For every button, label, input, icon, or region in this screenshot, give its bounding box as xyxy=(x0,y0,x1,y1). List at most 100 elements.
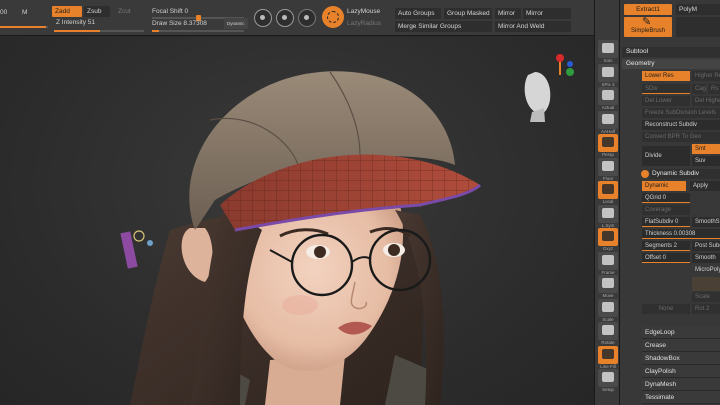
zcut-button[interactable]: Zcut xyxy=(115,6,141,17)
lazy-mouse-label[interactable]: LazyMouse xyxy=(347,8,380,15)
shelf-button-spix-3[interactable] xyxy=(598,63,618,82)
m-label[interactable]: M xyxy=(22,9,27,16)
shelf-button-line-fill[interactable] xyxy=(598,345,618,364)
shelf-label: Rotate xyxy=(601,340,615,345)
shelf-button-frame[interactable] xyxy=(598,251,618,270)
shelf-label: AAHalf xyxy=(600,128,615,134)
shelf-button-move[interactable] xyxy=(598,275,618,293)
reconstruct-subdiv-button[interactable]: Reconstruct Subdiv xyxy=(642,120,720,130)
subtool-header[interactable]: Subtool xyxy=(622,47,720,57)
solo-icon xyxy=(602,43,614,53)
mirror-button[interactable]: Mirror xyxy=(495,8,521,19)
linefill-icon xyxy=(602,348,614,359)
cage-button[interactable]: Cage xyxy=(692,84,706,94)
micropoly-rot-slider[interactable]: Rot 2 xyxy=(692,304,720,314)
lazy-radius-label[interactable]: LazyRadius xyxy=(347,20,381,27)
shadowbox-section[interactable]: ShadowBox xyxy=(642,352,720,365)
shelf-button-rotate[interactable] xyxy=(598,322,618,340)
subtool-thumbnail[interactable] xyxy=(676,17,720,37)
shelf-button-persp[interactable] xyxy=(598,134,618,152)
simple-brush-button[interactable]: ✎ SimpleBrush xyxy=(624,17,672,37)
qgrid-slider[interactable]: QGrid 0 xyxy=(642,193,690,203)
higher-res-button[interactable]: Higher Res xyxy=(692,71,720,81)
convert-bpr-button[interactable]: Convert BPR To Geo xyxy=(642,132,720,142)
group-masked-button[interactable]: Group Masked xyxy=(444,8,492,19)
micropoly-thumbnail[interactable] xyxy=(692,277,720,291)
smt-toggle[interactable]: Smt xyxy=(692,144,720,154)
canvas-viewport[interactable] xyxy=(0,37,594,405)
offset-slider[interactable]: Offset 0 xyxy=(642,253,690,263)
dynamic-button[interactable]: Dynamic xyxy=(642,181,686,191)
aahalf-icon xyxy=(602,113,614,124)
dynamic-subdiv-header[interactable]: Dynamic Subdiv xyxy=(650,169,720,179)
shelf-button-l-sym[interactable] xyxy=(598,204,618,223)
del-higher-button[interactable]: Del Higher xyxy=(692,96,720,106)
zsub-button[interactable]: Zsub xyxy=(84,6,110,17)
shelf-button-solo[interactable] xyxy=(598,40,618,58)
micropoly-label: MicroPoly xyxy=(695,267,720,273)
lsym-icon xyxy=(602,207,614,218)
shelf-label: SPix 3 xyxy=(601,81,615,87)
shelf-button-gxyz[interactable] xyxy=(598,228,618,246)
claypolish-section[interactable]: ClayPolish xyxy=(642,365,720,378)
mirror-button-2[interactable]: Mirror xyxy=(523,8,571,19)
rs-button[interactable]: Rs xyxy=(708,84,720,94)
smooth-subdiv-slider[interactable]: SmoothSu xyxy=(692,217,720,227)
zadd-button[interactable]: Zadd xyxy=(52,6,82,17)
post-subdiv-label[interactable]: Post Subdiv xyxy=(692,241,720,251)
brush-icon: ✎ xyxy=(642,17,652,28)
segments-slider[interactable]: Segments 2 xyxy=(642,241,690,251)
lazy-mouse-icon[interactable] xyxy=(322,6,344,28)
edgeloop-section[interactable]: EdgeLoop xyxy=(642,326,720,339)
tessimate-section[interactable]: Tessimate xyxy=(642,391,720,404)
rgb-intensity-slider[interactable] xyxy=(0,26,48,28)
lower-res-button[interactable]: Lower Res xyxy=(642,71,690,81)
z-intensity-fill xyxy=(54,30,100,32)
extract-button[interactable]: Extract1 xyxy=(624,4,672,15)
dynamesh-section[interactable]: DynaMesh xyxy=(642,378,720,391)
shelf-button-setup[interactable] xyxy=(598,369,618,387)
apply-button[interactable]: Apply xyxy=(690,181,720,191)
smooth-slider[interactable]: Smooth xyxy=(692,253,720,263)
coverage-slider[interactable]: Coverage xyxy=(642,205,690,215)
suv-toggle[interactable]: Suv xyxy=(692,156,720,166)
freeze-subdiv-button[interactable]: Freeze SubDivision Levels xyxy=(642,108,720,118)
micropoly-scale-slider[interactable]: Scale xyxy=(692,292,720,302)
material-sphere-icon[interactable] xyxy=(298,9,316,27)
crease-section[interactable]: Crease xyxy=(642,339,720,352)
geometry-header[interactable]: Geometry xyxy=(622,59,720,69)
value-readout: 00 xyxy=(0,9,8,16)
auto-groups-button[interactable]: Auto Groups xyxy=(395,8,441,19)
shelf-button-local[interactable] xyxy=(598,181,618,199)
focal-shift-label: Focal Shift 0 xyxy=(152,8,189,15)
z-intensity-label: Z Intensity 51 xyxy=(56,19,96,26)
sculpt-brush-icon[interactable] xyxy=(276,9,294,27)
transpose-gizmo xyxy=(120,230,153,269)
shelf-button-aahalf[interactable] xyxy=(598,110,618,129)
polymesh-button[interactable]: PolyM xyxy=(676,4,720,15)
actual-icon xyxy=(602,90,614,100)
draw-size-label: Draw Size 8.37308 xyxy=(152,20,207,27)
persp-icon xyxy=(602,137,614,147)
draw-size-slider[interactable] xyxy=(152,30,244,32)
shelf-button-scale[interactable] xyxy=(598,298,618,317)
shelf-button-actual[interactable] xyxy=(598,87,618,105)
shelf-label: Persp xyxy=(602,152,614,157)
dynamic-button[interactable]: Dynamic xyxy=(224,18,248,29)
none-button[interactable]: None xyxy=(642,304,690,314)
merge-similar-groups-button[interactable]: Merge Similar Groups xyxy=(395,21,492,32)
edit-brush-icon[interactable] xyxy=(254,9,272,27)
z-intensity-slider[interactable] xyxy=(54,30,144,32)
shelf-label: Move xyxy=(602,293,614,298)
sculpt-model[interactable] xyxy=(0,37,594,405)
shelf-label: Solo xyxy=(603,58,613,63)
shelf-button-floor[interactable] xyxy=(598,157,618,176)
del-lower-button[interactable]: Del Lower xyxy=(642,96,690,106)
divide-button[interactable]: Divide xyxy=(642,146,690,166)
setup-icon xyxy=(602,372,614,382)
flat-subdiv-slider[interactable]: FlatSubdiv 0 xyxy=(642,217,690,227)
shelf-label: Setup xyxy=(602,387,614,392)
mirror-and-weld-button[interactable]: Mirror And Weld xyxy=(495,21,571,32)
thickness-slider[interactable]: Thickness 0.00308 xyxy=(642,229,720,239)
sdiv-slider[interactable]: SDiv xyxy=(642,84,690,94)
